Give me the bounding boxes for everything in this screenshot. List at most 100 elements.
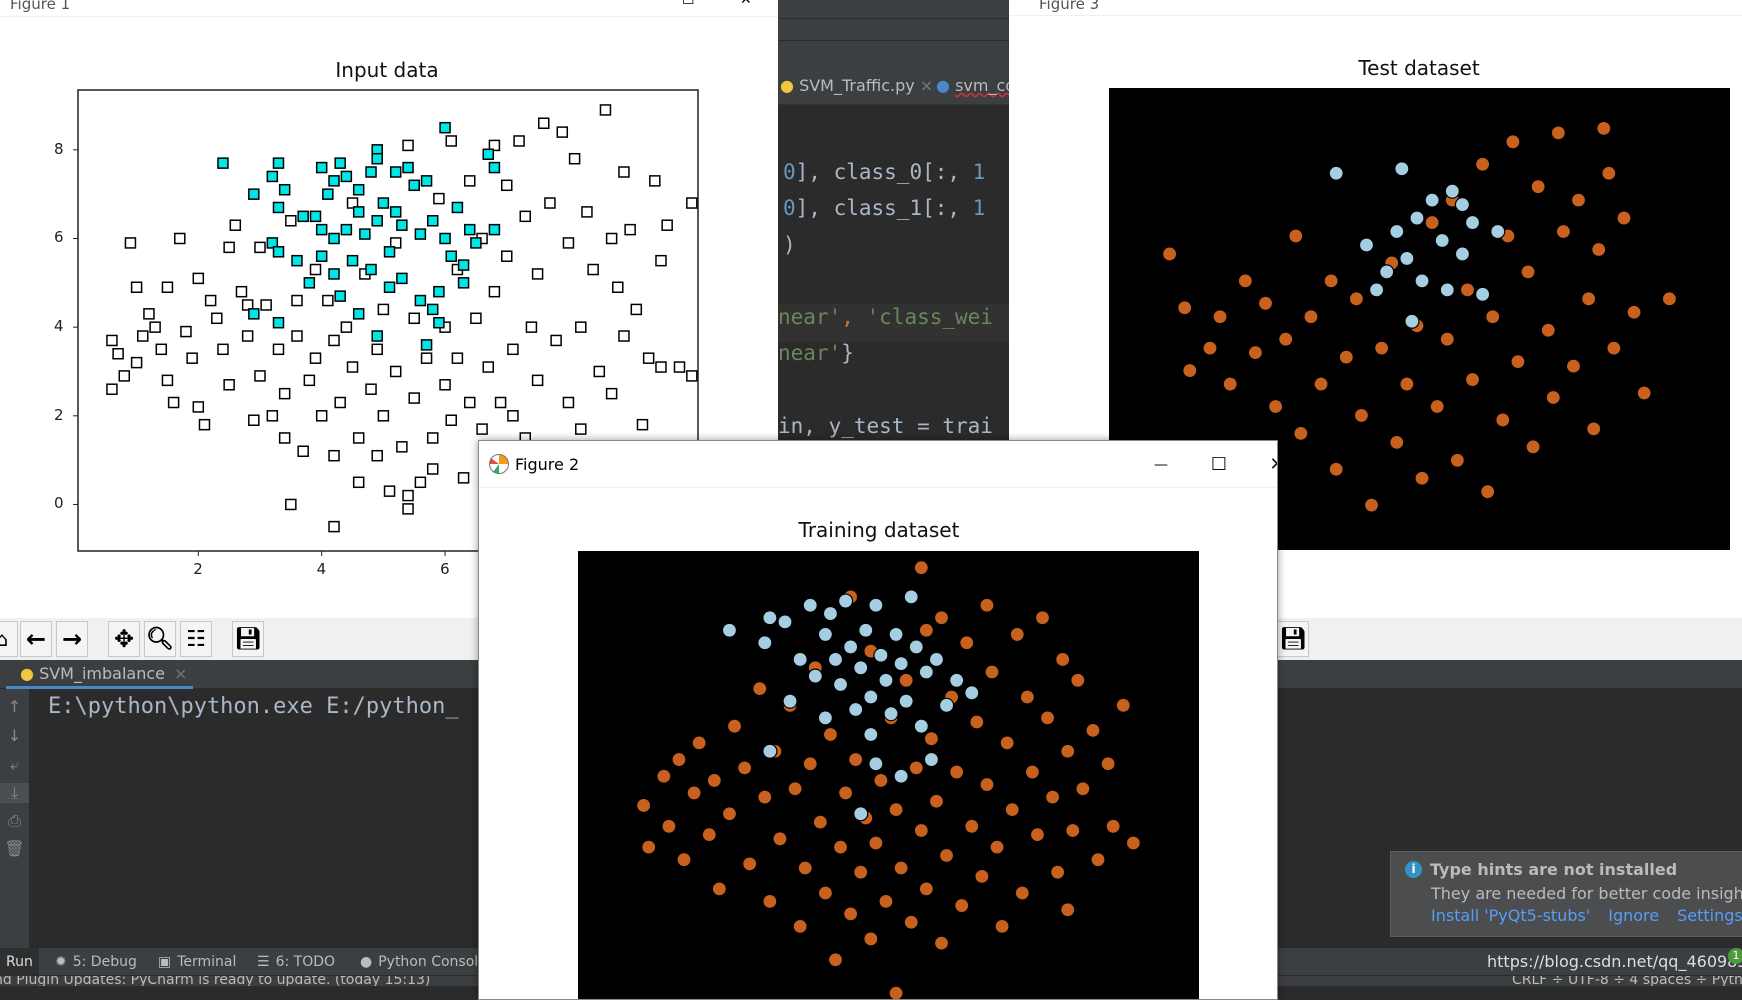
close-tab-icon[interactable]: × [920,76,933,95]
data-point-series-1 [832,676,849,693]
data-point-series-0 [787,781,803,797]
data-point-series-1 [371,215,383,227]
data-point-series-0 [903,914,919,930]
data-point-series-0 [420,352,433,364]
save-button[interactable]: 💾︎ [1277,621,1309,657]
zoom-button[interactable]: 🔍︎ [144,621,176,657]
code-editor[interactable]: 0], class_0[:, 1 0], class_1[:, 1) near', … [778,105,1009,445]
tool-python-console[interactable]: ● Python Console [360,948,487,975]
data-point-series-0 [297,445,309,458]
python-icon: ● [20,664,34,683]
data-point-series-1 [1358,237,1375,253]
data-point-series-1 [457,259,470,271]
data-point-series-1 [365,263,377,276]
install-stubs-link[interactable]: Install 'PyQt5-stubs' [1431,906,1590,925]
data-point-series-0 [913,822,929,839]
close-tab-icon[interactable]: × [174,664,187,683]
data-point-series-0 [223,241,235,254]
soft-wrap-icon[interactable]: ⤶ [0,755,29,775]
data-point-series-0 [1525,439,1541,455]
data-point-series-0 [1550,125,1566,141]
data-point-series-1 [426,303,439,316]
data-point-series-1 [1475,286,1491,302]
data-point-series-1 [837,593,854,609]
status-indicators[interactable]: CRLF ÷ UTF-8 ÷ 4 spaces ÷ Python [1512,976,1742,986]
data-point-series-0 [630,303,643,316]
configure-subplots-button[interactable]: ☷ [180,621,212,657]
data-point-series-0 [599,104,612,116]
data-point-series-0 [636,418,649,431]
data-point-series-1 [949,672,965,688]
editor-tab[interactable]: ● svm_co [936,76,1015,95]
pan-button[interactable]: ✥ [108,621,140,657]
data-point-series-1 [383,246,396,258]
data-point-series-0 [309,352,322,364]
data-point-series-1 [420,175,433,187]
data-point-series-0 [1606,340,1622,356]
data-point-series-0 [1540,322,1556,338]
ignore-link[interactable]: Ignore [1608,906,1659,925]
data-point-series-0 [161,374,174,387]
data-point-series-0 [1085,722,1101,738]
print-icon[interactable]: ⎙ [0,811,29,831]
data-point-series-0 [618,330,630,342]
floppy-disk-icon: 💾︎ [234,626,262,652]
run-tab[interactable]: ● SVM_imbalance × [6,660,193,689]
minimize-button[interactable]: — [1132,441,1190,488]
data-point-series-1 [1389,223,1405,240]
data-point-series-0 [272,343,285,356]
settings-link[interactable]: Settings [1677,906,1742,925]
save-button[interactable]: 💾︎ [232,621,264,657]
python-icon: ● [360,953,373,970]
data-point-series-0 [556,126,569,138]
window-title: Figure 3 [1039,0,1100,13]
data-point-series-0 [1100,756,1116,772]
tool-todo[interactable]: ☰ 6: TODO [257,948,335,975]
trash-icon[interactable]: 🗑 [0,839,29,858]
data-point-series-0 [1313,376,1329,392]
data-point-series-0 [1070,672,1086,688]
data-point-series-0 [217,343,229,356]
down-arrow-icon[interactable]: ↓ [0,726,29,745]
data-point-series-1 [488,161,501,174]
watermark: https://blog.csdn.net/qq_46098574 [1487,952,1742,971]
back-button[interactable]: ← [20,621,52,657]
tool-terminal[interactable]: ▣ Terminal [158,948,236,975]
data-point-series-1 [938,697,955,713]
window-title-bar: Figure 1 ☐ ✕ [0,0,778,17]
data-point-series-1 [439,232,451,245]
notification-count-badge[interactable]: 1 [1728,948,1742,964]
close-button[interactable]: ✕ [740,0,752,8]
data-point-series-1 [1439,282,1455,298]
status-message[interactable]: nd Plugin Updates: PyCharm is ready to u… [0,976,430,986]
data-point-series-1 [1414,273,1430,289]
up-arrow-icon[interactable]: ↑ [0,697,29,716]
home-button[interactable]: ⌂ [0,621,18,657]
maximize-button[interactable]: ☐ [682,0,695,8]
bug-icon: ✹ [55,953,67,970]
data-point-series-0 [371,343,383,356]
forward-button[interactable]: → [56,621,88,657]
data-point-series-1 [913,718,929,734]
code-token: 1 [972,196,986,220]
data-point-series-0 [989,839,1005,855]
data-point-series-0 [470,312,482,325]
data-point-series-1 [278,183,291,196]
data-point-series-0 [1414,470,1430,486]
editor-tab[interactable]: ● SVM_Traffic.py × [780,76,933,95]
notification-title: Type hints are not installed [1430,860,1678,879]
tool-run[interactable]: Run [0,948,39,975]
close-button[interactable]: ✕ [1248,441,1277,488]
y-tick-label: 0 [54,494,64,513]
data-point-series-0 [303,374,316,387]
tool-debug[interactable]: ✹ 5: Debug [55,948,137,975]
data-point-series-0 [757,789,773,805]
data-point-series-1 [777,614,793,630]
maximize-button[interactable]: ☐ [1190,441,1248,488]
data-point-series-0 [229,219,242,231]
data-point-series-1 [1368,282,1385,298]
data-point-series-0 [1075,781,1091,797]
scroll-to-end-icon[interactable]: ⤓ [0,783,29,803]
notification-balloon[interactable]: i Type hints are not installed They are … [1390,851,1742,937]
window-title-bar: Figure 3 [1009,0,1742,16]
